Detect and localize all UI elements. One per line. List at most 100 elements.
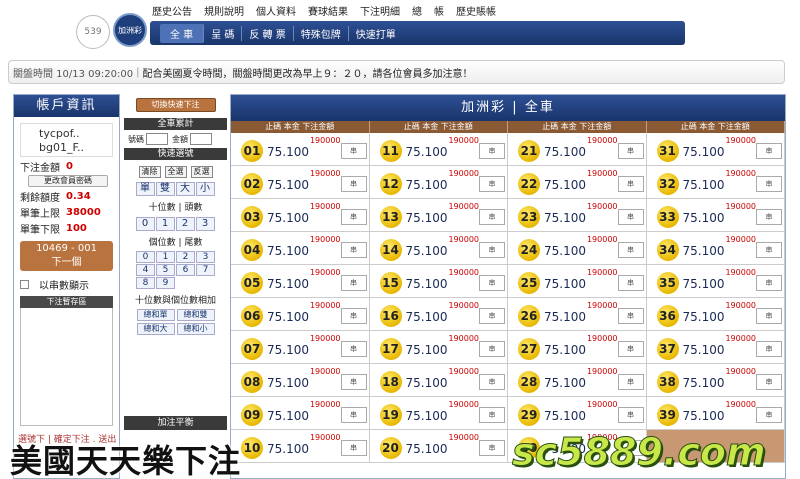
tab-show-code[interactable]: 呈 碼	[204, 25, 243, 41]
checkbox-icon[interactable]	[20, 280, 29, 289]
deselect-button[interactable]: 反選	[190, 166, 213, 178]
game-logo[interactable]: 加洲彩	[113, 13, 147, 47]
units-7[interactable]: 7	[196, 264, 215, 276]
number-ball[interactable]: 06	[241, 305, 263, 327]
bet-amount-input[interactable]: 串	[756, 176, 782, 192]
number-ball[interactable]: 26	[518, 305, 540, 327]
bet-amount-input[interactable]: 串	[340, 275, 367, 291]
units-9[interactable]: 9	[156, 277, 175, 289]
bet-amount-input[interactable]: 串	[617, 407, 644, 423]
number-ball[interactable]: 17	[379, 338, 402, 360]
number-ball[interactable]: 07	[241, 338, 263, 360]
number-ball[interactable]: 37	[656, 338, 679, 360]
tab-special-pack[interactable]: 特殊包牌	[294, 25, 349, 41]
number-ball[interactable]: 20	[379, 437, 402, 459]
bet-amount-input[interactable]: 串	[340, 407, 367, 423]
bet-amount-input[interactable]: 串	[340, 308, 367, 324]
number-ball[interactable]: 39	[656, 404, 679, 426]
tens-3[interactable]: 3	[195, 217, 215, 231]
number-ball[interactable]: 27	[518, 338, 540, 360]
tens-2[interactable]: 2	[175, 217, 195, 231]
link-account[interactable]: 帳	[434, 3, 444, 18]
link-profile[interactable]: 個人資料	[256, 3, 296, 18]
bet-amount-input[interactable]: 串	[340, 176, 367, 192]
link-rules[interactable]: 規則說明	[204, 3, 244, 18]
number-ball[interactable]: 12	[379, 173, 402, 195]
big-button[interactable]: 大	[175, 182, 195, 196]
bet-amount-input[interactable]: 串	[479, 275, 505, 291]
bet-amount-input[interactable]: 串	[479, 341, 505, 357]
number-ball[interactable]: 01	[241, 140, 263, 162]
number-ball[interactable]: 11	[379, 140, 402, 162]
units-2[interactable]: 2	[176, 251, 195, 263]
number-ball[interactable]: 15	[379, 272, 402, 294]
odd-button[interactable]: 單	[135, 182, 155, 196]
number-ball[interactable]: 36	[656, 305, 679, 327]
units-1[interactable]: 1	[156, 251, 175, 263]
units-4[interactable]: 4	[136, 264, 155, 276]
units-0[interactable]: 0	[136, 251, 155, 263]
number-ball[interactable]: 22	[518, 173, 540, 195]
bet-amount-input[interactable]: 串	[479, 440, 505, 456]
number-ball[interactable]: 38	[656, 371, 679, 393]
bet-amount-input[interactable]: 串	[617, 374, 644, 390]
bet-amount-input[interactable]: 串	[617, 341, 644, 357]
bet-amount-input[interactable]: 串	[756, 407, 782, 423]
bet-amount-input[interactable]: 串	[479, 308, 505, 324]
number-ball[interactable]: 04	[241, 239, 263, 261]
tab-reverse-ticket[interactable]: 反 轉 票	[242, 25, 294, 41]
tab-quick-order[interactable]: 快速打單	[349, 26, 403, 41]
number-ball[interactable]: 14	[379, 239, 402, 261]
even-button[interactable]: 雙	[155, 182, 175, 196]
number-ball[interactable]: 05	[241, 272, 263, 294]
bet-amount-input[interactable]: 串	[756, 209, 782, 225]
bet-amount-input[interactable]: 串	[617, 176, 644, 192]
bet-amount-input[interactable]: 串	[617, 143, 644, 159]
number-ball[interactable]: 29	[518, 404, 540, 426]
bet-amount-input[interactable]: 串	[756, 242, 782, 258]
link-history-account[interactable]: 歷史賬帳	[456, 3, 496, 18]
sum-big-button[interactable]: 總和大	[136, 323, 175, 335]
bet-amount-input[interactable]: 串	[617, 275, 644, 291]
sum-odd-button[interactable]: 總和單	[136, 309, 175, 321]
link-history-notice[interactable]: 歷史公告	[152, 3, 192, 18]
units-8[interactable]: 8	[136, 277, 155, 289]
bet-amount-input[interactable]: 串	[756, 308, 782, 324]
number-ball[interactable]: 25	[518, 272, 540, 294]
tab-full-car[interactable]: 全 車	[160, 23, 205, 43]
bet-amount-input[interactable]: 串	[479, 143, 505, 159]
select-all-button[interactable]: 全選	[164, 166, 187, 178]
bet-amount-input[interactable]: 串	[479, 176, 505, 192]
tens-1[interactable]: 1	[155, 217, 175, 231]
bet-amount-input[interactable]: 串	[756, 143, 782, 159]
link-bet-details[interactable]: 下注明細	[360, 3, 400, 18]
amount-input[interactable]	[190, 133, 212, 145]
count-input[interactable]	[146, 133, 168, 145]
string-display-toggle[interactable]: 以串數顯示	[20, 277, 119, 292]
number-ball[interactable]: 02	[241, 173, 263, 195]
number-ball[interactable]: 10	[241, 437, 263, 459]
bet-amount-input[interactable]: 串	[340, 242, 367, 258]
bet-amount-input[interactable]: 串	[340, 440, 367, 456]
sum-small-button[interactable]: 總和小	[176, 323, 215, 335]
number-ball[interactable]: 21	[518, 140, 540, 162]
bet-amount-input[interactable]: 串	[340, 374, 367, 390]
clear-button[interactable]: 清除	[138, 166, 161, 178]
bet-amount-input[interactable]: 串	[756, 341, 782, 357]
number-ball[interactable]: 16	[379, 305, 402, 327]
units-5[interactable]: 5	[156, 264, 175, 276]
bet-amount-input[interactable]: 串	[756, 374, 782, 390]
bet-amount-input[interactable]: 串	[479, 242, 505, 258]
next-draw-button[interactable]: 10469 - 001 下一個	[20, 241, 113, 271]
link-total[interactable]: 總	[412, 3, 422, 18]
bet-amount-input[interactable]: 串	[617, 209, 644, 225]
number-ball[interactable]: 28	[518, 371, 540, 393]
link-results[interactable]: 賽球結果	[308, 3, 348, 18]
number-ball[interactable]: 24	[518, 239, 540, 261]
bet-amount-input[interactable]: 串	[617, 242, 644, 258]
switch-quick-button[interactable]: 切換快速下注	[135, 98, 216, 112]
units-3[interactable]: 3	[196, 251, 215, 263]
number-ball[interactable]: 18	[379, 371, 402, 393]
number-ball[interactable]: 23	[518, 206, 540, 228]
bet-amount-input[interactable]: 串	[479, 407, 505, 423]
